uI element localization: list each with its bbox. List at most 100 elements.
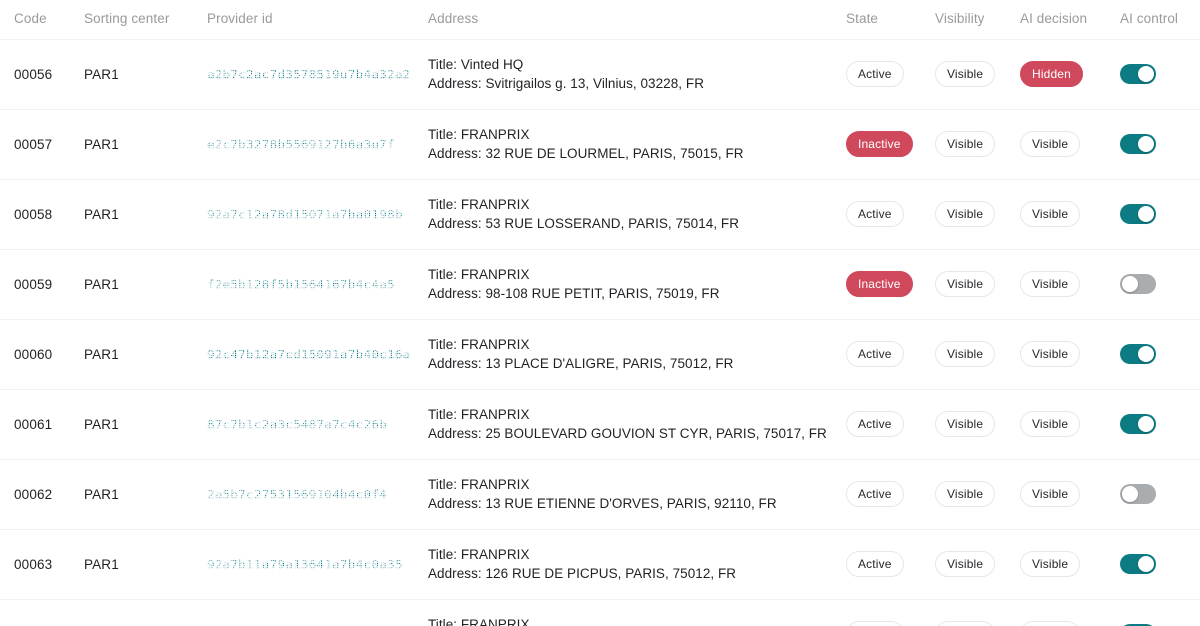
address-title-line: Title: FRANPRIX xyxy=(428,337,530,352)
column-header-sorting-center[interactable]: Sorting center xyxy=(70,0,193,40)
code-value: 00063 xyxy=(14,556,53,572)
cell-provider-id: 92a7c12a78d15071a7ba0198b xyxy=(193,180,414,250)
address-street-line: Address: 98-108 RUE PETIT, PARIS, 75019,… xyxy=(428,286,720,301)
ai-control-toggle[interactable] xyxy=(1120,344,1156,364)
visibility-badge: Visible xyxy=(935,481,996,507)
toggle-knob xyxy=(1138,66,1154,82)
cell-sorting-center: PAR1 xyxy=(70,320,193,390)
cell-state: Active xyxy=(832,530,921,600)
providers-table-container: Code Sorting center Provider id Address … xyxy=(0,0,1200,626)
cell-sorting-center: PAR1 xyxy=(70,40,193,110)
cell-address: Title: FRANPRIX Address: 13 RUE ETIENNE D… xyxy=(414,460,832,530)
table-row[interactable]: 00060 PAR1 92c47b12a7cd15091a7b40c16a Title… xyxy=(0,319,1200,390)
cell-ai-control xyxy=(1106,320,1200,390)
cell-visibility: Visible xyxy=(921,600,1006,626)
table-row[interactable]: 00062 PAR1 2a5b7c27531569104b4c0f4 Title: F… xyxy=(0,459,1200,530)
cell-ai-control xyxy=(1106,110,1200,180)
cell-visibility: Visible xyxy=(921,180,1006,250)
provider-id-value: 87c7b1c2a3c5487a7c4c26b xyxy=(207,417,387,431)
cell-state: Active xyxy=(832,460,921,530)
table-row[interactable]: 00058 PAR1 92a7c12a78d15071a7ba0198b Title:… xyxy=(0,179,1200,250)
ai-control-toggle[interactable] xyxy=(1120,484,1156,504)
cell-state: Active xyxy=(832,180,921,250)
cell-provider-id: e2c7b3278b5569127b6a3u7f xyxy=(193,110,414,180)
address-title-line: Title: FRANPRIX xyxy=(428,477,530,492)
visibility-badge: Visible xyxy=(935,61,996,87)
table-header: Code Sorting center Provider id Address … xyxy=(0,0,1200,40)
toggle-knob xyxy=(1122,486,1138,502)
column-header-ai-control[interactable]: AI control xyxy=(1106,0,1200,40)
ai-decision-badge: Visible xyxy=(1020,271,1081,297)
address-street-line: Address: 13 PLACE D'ALIGRE, PARIS, 75012… xyxy=(428,356,734,371)
table-row[interactable]: 00057 PAR1 e2c7b3278b5569127b6a3u7f Title: … xyxy=(0,109,1200,180)
cell-address: Title: FRANPRIX Address: 32 RUE DE LOURME… xyxy=(414,110,832,180)
address-title-line: Title: FRANPRIX xyxy=(428,547,530,562)
providers-table: Code Sorting center Provider id Address … xyxy=(0,0,1200,626)
table-header-row: Code Sorting center Provider id Address … xyxy=(0,0,1200,40)
code-value: 00056 xyxy=(14,66,53,82)
ai-control-toggle[interactable] xyxy=(1120,64,1156,84)
column-header-code[interactable]: Code xyxy=(0,0,70,40)
table-body: 00056 PAR1 a2b7c2ac7d3578519u7b4a32a2 Title… xyxy=(0,39,1200,626)
cell-address: Title: FRANPRIX Address: 13 PLACE D'ALIGR… xyxy=(414,320,832,390)
cell-ai-decision: Visible xyxy=(1006,320,1106,390)
table-row[interactable]: 00061 PAR1 87c7b1c2a3c5487a7c4c26b Title: F… xyxy=(0,389,1200,460)
sorting-center-value: PAR1 xyxy=(84,136,119,152)
cell-ai-control xyxy=(1106,390,1200,460)
ai-control-toggle[interactable] xyxy=(1120,134,1156,154)
ai-control-toggle[interactable] xyxy=(1120,414,1156,434)
cell-visibility: Visible xyxy=(921,110,1006,180)
visibility-badge: Visible xyxy=(935,621,996,626)
cell-ai-control xyxy=(1106,180,1200,250)
cell-state: Inactive xyxy=(832,250,921,320)
table-row[interactable]: 00063 PAR1 92a7b11a79a13641a7b4c0a35 Title:… xyxy=(0,529,1200,600)
column-header-ai-decision[interactable]: AI decision xyxy=(1006,0,1106,40)
state-badge: Active xyxy=(846,551,904,577)
cell-ai-control xyxy=(1106,600,1200,626)
address-street-line: Address: 13 RUE ETIENNE D'ORVES, PARIS, … xyxy=(428,496,777,511)
cell-ai-decision: Visible xyxy=(1006,530,1106,600)
cell-ai-decision: Visible xyxy=(1006,250,1106,320)
code-value: 00057 xyxy=(14,136,53,152)
ai-decision-badge: Visible xyxy=(1020,131,1081,157)
column-header-state[interactable]: State xyxy=(832,0,921,40)
cell-code: 00060 xyxy=(0,320,70,390)
address-title-line: Title: FRANPRIX xyxy=(428,197,530,212)
address-title-line: Title: FRANPRIX xyxy=(428,127,530,142)
visibility-badge: Visible xyxy=(935,341,996,367)
cell-ai-control xyxy=(1106,460,1200,530)
ai-control-toggle[interactable] xyxy=(1120,274,1156,294)
ai-control-toggle[interactable] xyxy=(1120,554,1156,574)
cell-address: Title: FRANPRIX Address: 53 RUE LOSSERAND… xyxy=(414,180,832,250)
cell-code: 00061 xyxy=(0,390,70,460)
cell-sorting-center: PAR1 xyxy=(70,110,193,180)
cell-provider-id: 2a5b7c27531569104b4c0f4 xyxy=(193,460,414,530)
code-value: 00060 xyxy=(14,346,53,362)
address-street-line: Address: 53 RUE LOSSERAND, PARIS, 75014,… xyxy=(428,216,740,231)
table-row[interactable]: 00065PAR15d67c12a7da3f5e81b4c47452Title:… xyxy=(0,599,1200,626)
address-title-line: Title: FRANPRIX xyxy=(428,267,530,282)
address-title-line: Title: FRANPRIX xyxy=(428,407,530,422)
cell-code: 00065 xyxy=(0,600,70,626)
sorting-center-value: PAR1 xyxy=(84,486,119,502)
cell-state: Active xyxy=(832,600,921,626)
toggle-knob xyxy=(1138,556,1154,572)
table-row[interactable]: 00056 PAR1 a2b7c2ac7d3578519u7b4a32a2 Title… xyxy=(0,39,1200,110)
cell-address: Title: FRANPRIX Address: 98-108 RUE PETIT… xyxy=(414,250,832,320)
cell-provider-id: 87c7b1c2a3c5487a7c4c26b xyxy=(193,390,414,460)
toggle-knob xyxy=(1138,206,1154,222)
provider-id-value: 92a7b11a79a13641a7b4c0a35 xyxy=(207,557,403,571)
visibility-badge: Visible xyxy=(935,131,996,157)
column-header-visibility[interactable]: Visibility xyxy=(921,0,1006,40)
cell-visibility: Visible xyxy=(921,320,1006,390)
ai-control-toggle[interactable] xyxy=(1120,204,1156,224)
provider-id-value: e2c7b3278b5569127b6a3u7f xyxy=(207,137,395,151)
sorting-center-value: PAR1 xyxy=(84,206,119,222)
state-badge: Active xyxy=(846,61,904,87)
column-header-address[interactable]: Address xyxy=(414,0,832,40)
column-header-provider-id[interactable]: Provider id xyxy=(193,0,414,40)
toggle-knob xyxy=(1138,416,1154,432)
address-street-line: Address: 126 RUE DE PICPUS, PARIS, 75012… xyxy=(428,566,737,581)
visibility-badge: Visible xyxy=(935,551,996,577)
table-row[interactable]: 00059 PAR1 f2e5b128f5b1564167b4c4a5 Title: … xyxy=(0,249,1200,320)
